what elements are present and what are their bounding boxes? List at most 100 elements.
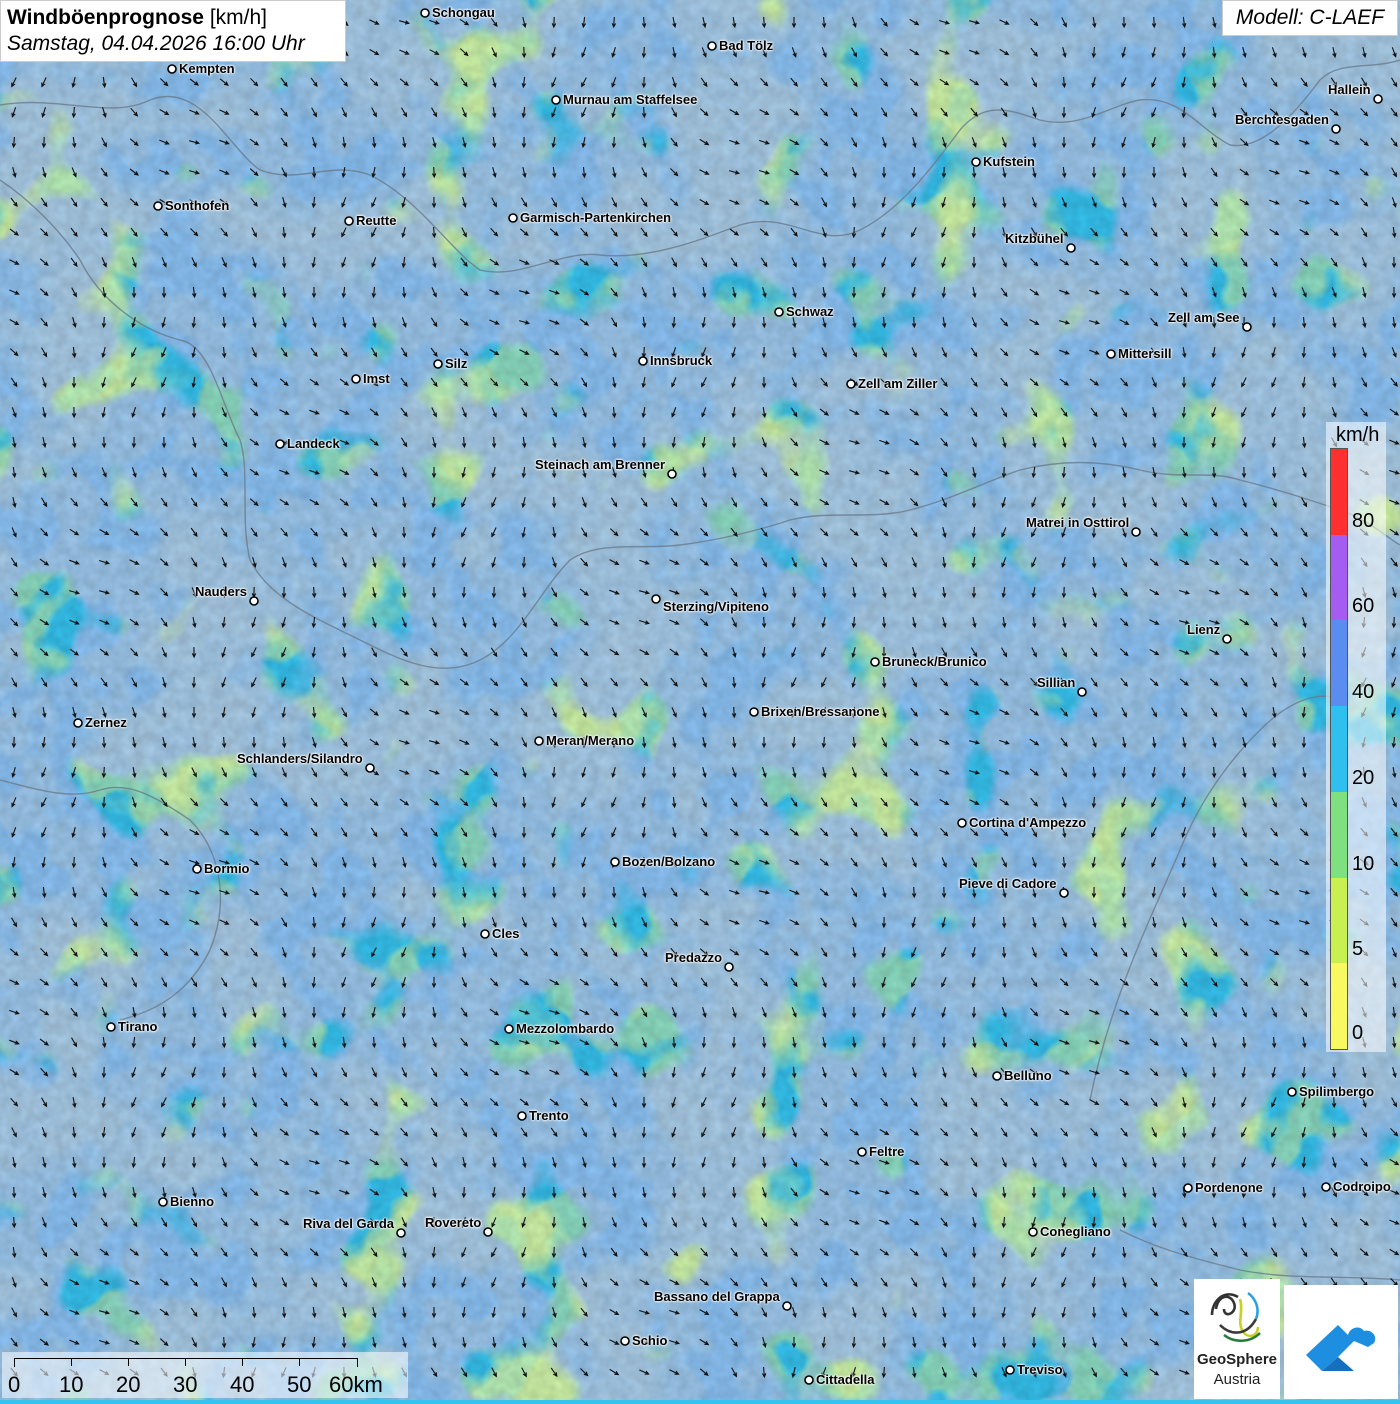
place-label[interactable]: Belluno (1004, 1068, 1052, 1083)
place-label[interactable]: Bozen/Bolzano (622, 854, 715, 869)
legend-color-segment (1331, 963, 1347, 1049)
place-label[interactable]: Mittersill (1118, 346, 1171, 361)
city-marker-icon (1222, 634, 1232, 644)
scale-tick (185, 1358, 186, 1366)
place-label[interactable]: Schlanders/Silandro (237, 751, 363, 766)
place-label[interactable]: Brixen/Bressanone (761, 704, 880, 719)
city-marker-icon (782, 1301, 792, 1311)
place-label[interactable]: Sillian (1037, 675, 1075, 690)
place-label[interactable]: Conegliano (1040, 1224, 1111, 1239)
place-label[interactable]: Garmisch-Partenkirchen (520, 210, 671, 225)
city-marker-icon (1005, 1365, 1015, 1375)
place-label[interactable]: Meran/Merano (546, 733, 634, 748)
city-marker-icon (1287, 1087, 1297, 1097)
place-label[interactable]: Tirano (118, 1019, 158, 1034)
place-label[interactable]: Codroipo (1333, 1179, 1391, 1194)
place-label[interactable]: Hallein (1328, 82, 1371, 97)
place-label[interactable]: Pordenone (1195, 1180, 1263, 1195)
place-label[interactable]: Murnau am Staffelsee (563, 92, 697, 107)
place-label[interactable]: Schongau (432, 5, 495, 20)
place-label[interactable]: Bormio (204, 861, 250, 876)
scale-label: 10 (59, 1372, 84, 1397)
place-label[interactable]: Predazzo (665, 950, 722, 965)
city-marker-icon (651, 594, 661, 604)
city-marker-icon (508, 213, 518, 223)
place-label[interactable]: Trento (529, 1108, 569, 1123)
place-label[interactable]: Zell am See (1168, 310, 1240, 325)
forecast-datetime: Samstag, 04.04.2026 16:00 Uhr (7, 32, 305, 55)
place-label[interactable]: Zell am Ziller (858, 376, 937, 391)
city-marker-icon (158, 1197, 168, 1207)
city-marker-icon (846, 379, 856, 389)
city-marker-icon (480, 929, 490, 939)
city-marker-icon (724, 962, 734, 972)
legend-unit: km/h (1336, 424, 1380, 446)
place-label[interactable]: Cortina d'Ampezzo (969, 815, 1086, 830)
city-marker-icon (551, 95, 561, 105)
city-marker-icon (667, 469, 677, 479)
place-label[interactable]: Zernez (85, 715, 127, 730)
city-marker-icon (1059, 888, 1069, 898)
city-marker-icon (857, 1147, 867, 1157)
place-label[interactable]: Bruneck/Brunico (882, 654, 987, 669)
scale-label: 60km (329, 1372, 383, 1397)
city-marker-icon (1183, 1183, 1193, 1193)
city-marker-icon (1066, 243, 1076, 253)
city-marker-icon (249, 596, 259, 606)
city-marker-icon (870, 657, 880, 667)
city-marker-icon (534, 736, 544, 746)
scale-tick (242, 1358, 243, 1366)
place-label[interactable]: Bassano del Grappa (654, 1289, 780, 1304)
weather-app-logo[interactable] (1284, 1285, 1398, 1399)
legend-tick-label: 0 (1352, 1022, 1364, 1044)
place-label[interactable]: Innsbruck (650, 353, 712, 368)
place-label[interactable]: Kitzbühel (1005, 231, 1064, 246)
title-box: Windböenprognose [km/h] Samstag, 04.04.2… (0, 0, 346, 62)
place-label[interactable]: Schwaz (786, 304, 834, 319)
city-marker-icon (1321, 1182, 1331, 1192)
city-marker-icon (1106, 349, 1116, 359)
scale-tick (128, 1358, 129, 1366)
city-marker-icon (396, 1228, 406, 1238)
place-label[interactable]: Lienz (1187, 622, 1220, 637)
title-text: Windböenprognose (7, 6, 204, 29)
place-label[interactable]: Silz (445, 356, 467, 371)
legend-tick-label: 5 (1352, 938, 1364, 961)
place-label[interactable]: Imst (363, 371, 390, 386)
place-label[interactable]: Bad Tölz (719, 38, 773, 53)
scale-bar: 0 10 20 30 40 50 60km (2, 1352, 408, 1398)
scale-label: 40 (230, 1372, 255, 1397)
place-label[interactable]: Kufstein (983, 154, 1035, 169)
place-label[interactable]: Kempten (179, 61, 235, 76)
place-label[interactable]: Feltre (869, 1144, 904, 1159)
place-label[interactable]: Bienno (170, 1194, 214, 1209)
place-label[interactable]: Reutte (356, 213, 396, 228)
place-label[interactable]: Nauders (195, 584, 247, 599)
geosphere-logo[interactable]: GeoSphere Austria (1194, 1279, 1280, 1399)
model-label: Modell: C-LAEF (1222, 0, 1398, 36)
scale-tick (71, 1358, 72, 1366)
city-marker-icon (1077, 687, 1087, 697)
place-label[interactable]: Cittadella (816, 1372, 875, 1387)
city-marker-icon (707, 41, 717, 51)
city-marker-icon (73, 718, 83, 728)
place-label[interactable]: Mezzolombardo (516, 1021, 614, 1036)
place-label[interactable]: Steinach am Brenner (535, 457, 665, 472)
place-label[interactable]: Schio (632, 1333, 667, 1348)
place-label[interactable]: Riva del Garda (303, 1216, 394, 1231)
city-marker-icon (957, 818, 967, 828)
place-label[interactable]: Spilimbergo (1299, 1084, 1374, 1099)
place-label[interactable]: Rovereto (425, 1215, 481, 1230)
legend-tick-label: 60 (1352, 595, 1375, 618)
place-label[interactable]: Berchtesgaden (1235, 112, 1329, 127)
place-label[interactable]: Pieve di Cadore (959, 876, 1057, 891)
place-label[interactable]: Landeck (287, 436, 340, 451)
place-label[interactable]: Cles (492, 926, 519, 941)
place-label[interactable]: Sterzing/Vipiteno (663, 599, 769, 614)
city-marker-icon (804, 1375, 814, 1385)
legend-color-segment (1331, 706, 1347, 792)
place-label[interactable]: Sonthofen (165, 198, 229, 213)
city-marker-icon (992, 1071, 1002, 1081)
place-label[interactable]: Treviso (1017, 1362, 1063, 1377)
place-label[interactable]: Matrei in Osttirol (1026, 515, 1129, 530)
